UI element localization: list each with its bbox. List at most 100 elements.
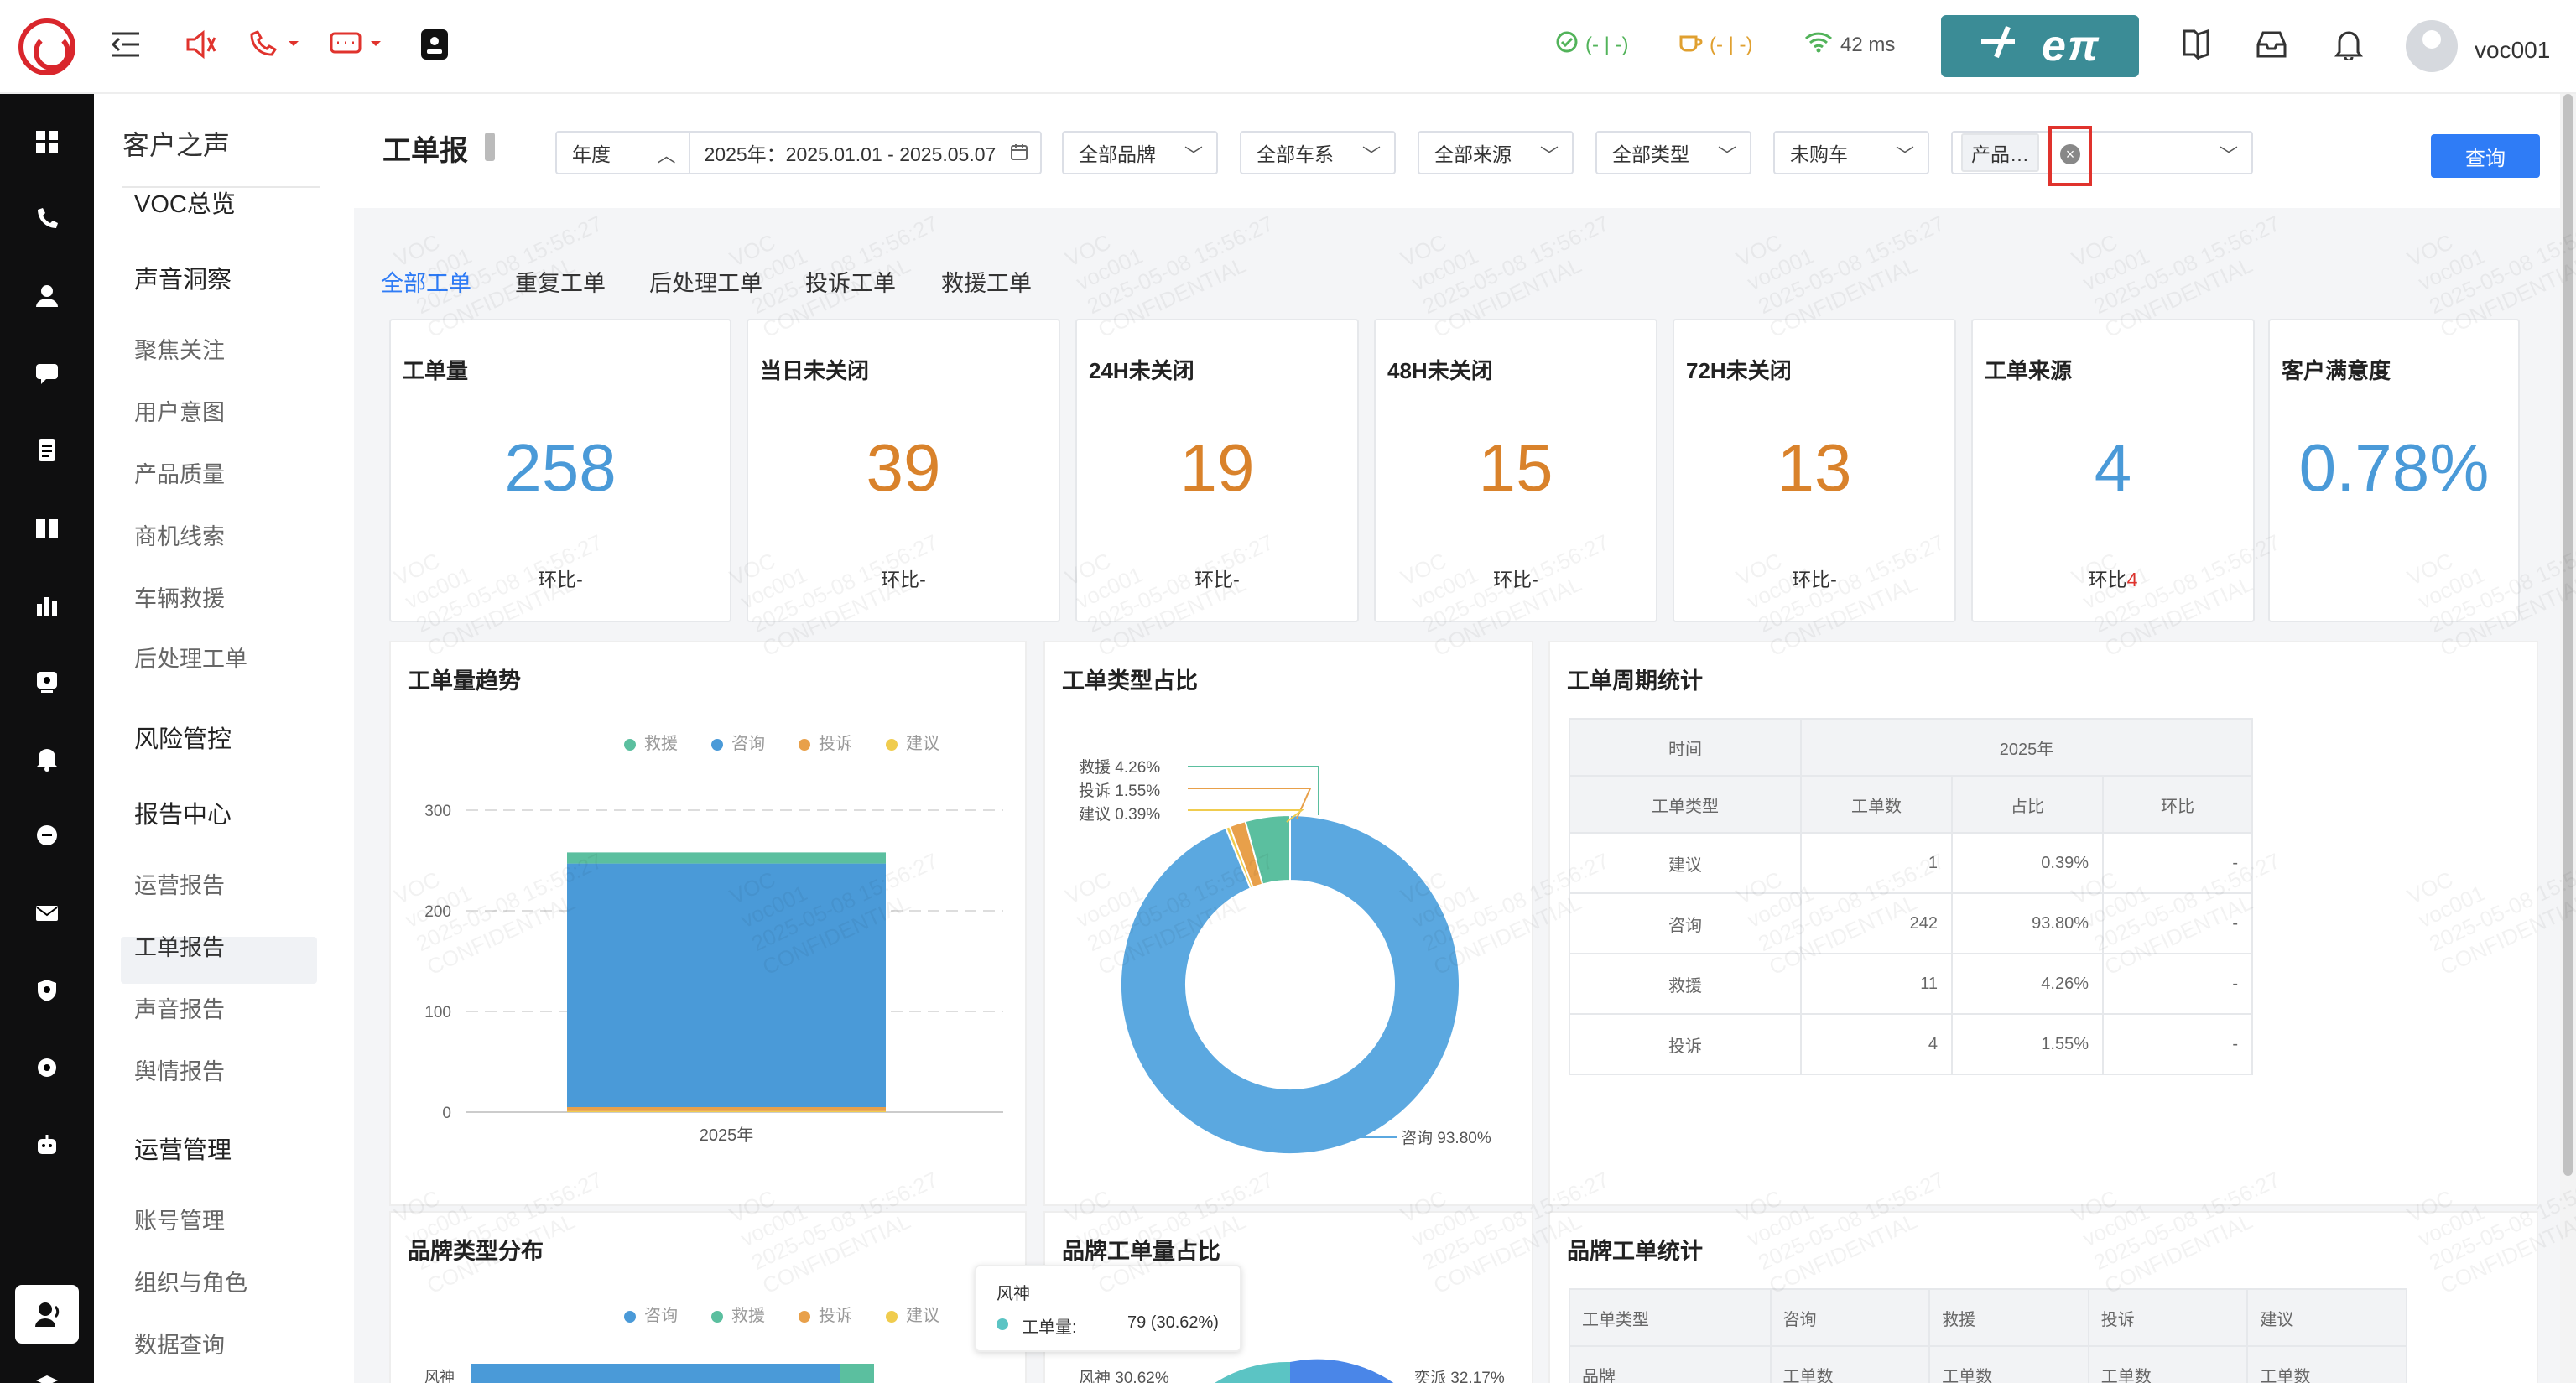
rail-dashboard-icon[interactable] [0, 112, 94, 171]
menu-item[interactable]: 账号管理 [134, 1203, 225, 1235]
brand-dist-panel: 品牌类型分布 咨询 救援 投诉 建议 风神 [389, 1211, 1027, 1383]
rail-chart-icon[interactable] [0, 575, 94, 634]
scrollbar-thumb[interactable] [2563, 94, 2573, 1176]
speaker-icon[interactable] [183, 23, 220, 65]
legend-dot [711, 738, 723, 751]
legend-item[interactable]: 咨询 [711, 730, 765, 754]
rail-user-icon[interactable] [0, 267, 94, 325]
legend-item[interactable]: 建议 [886, 1302, 939, 1326]
arrow-logo-icon [1980, 21, 2030, 71]
menu-item[interactable]: 产品质量 [134, 456, 225, 489]
legend-item[interactable]: 投诉 [799, 730, 852, 754]
menu-item[interactable]: 后处理工单 [134, 641, 247, 673]
brand-badge[interactable]: eπ [1941, 15, 2139, 77]
menu-item[interactable]: 舆情报告 [134, 1053, 225, 1086]
rail-mail-icon[interactable] [0, 884, 94, 943]
legend-item[interactable]: 投诉 [799, 1302, 852, 1326]
brand-logo-icon[interactable] [18, 18, 75, 75]
book-icon[interactable] [2178, 23, 2214, 65]
rail-bell-icon[interactable] [0, 730, 94, 788]
rail-robot-icon[interactable] [0, 1115, 94, 1174]
menu-item[interactable]: 报告中心 [134, 795, 232, 830]
legend-item[interactable]: 救援 [711, 1302, 765, 1326]
menu-item[interactable]: 用户意图 [134, 394, 225, 427]
query-button[interactable]: 查询 [2431, 134, 2540, 178]
cell-type: 建议 [1569, 832, 1802, 894]
cycle-title: 工单周期统计 [1567, 668, 1703, 694]
rail-monitor-icon[interactable] [0, 653, 94, 711]
kpi-title: 客户满意度 [2282, 358, 2391, 383]
donut-label-rescue: 救援 4.26% [1079, 759, 1161, 777]
username[interactable]: voc001 [2475, 37, 2550, 64]
message-dropdown-icon[interactable] [327, 23, 386, 65]
kpi-compare: 环比- [748, 564, 1059, 592]
brand-select[interactable]: 全部品牌 ﹀ [1062, 131, 1218, 174]
tab-item[interactable]: 投诉工单 [805, 265, 896, 298]
th-type: 工单类型 [1569, 775, 1802, 834]
kpi-card[interactable]: 工单量 258 环比- [389, 319, 731, 622]
menu-item[interactable]: 组织与角色 [134, 1265, 247, 1297]
chevron-up-icon: ︿ [657, 145, 676, 166]
period-select[interactable]: 年度 ︿ [557, 133, 691, 173]
phone-dropdown-icon[interactable] [245, 23, 304, 65]
rail-document-icon[interactable] [0, 421, 94, 480]
rail-book-icon[interactable] [0, 498, 94, 557]
y-tick-label: 300 [424, 803, 451, 820]
rail-gear-icon[interactable] [0, 1038, 94, 1097]
brand-stat-header: 工单数 [1928, 1345, 2089, 1383]
menu-item[interactable]: 数据查询 [134, 1327, 225, 1360]
rail-chat-icon[interactable] [0, 344, 94, 403]
avatar[interactable] [2406, 20, 2458, 72]
source-select[interactable]: 全部来源 ﹀ [1418, 131, 1574, 174]
kpi-card[interactable]: 工单来源 4 环比4 [1971, 319, 2255, 622]
kpi-card[interactable]: 48H未关闭 15 环比- [1374, 319, 1657, 622]
kpi-card[interactable]: 24H未关闭 19 环比- [1075, 319, 1359, 622]
menu-item[interactable]: 商机线索 [134, 518, 225, 551]
menu-item[interactable]: 声音洞察 [134, 260, 232, 295]
menu-item[interactable]: VOC总览 [134, 185, 236, 220]
th-year: 2025年 [1800, 718, 2253, 777]
product-select[interactable]: 产品… ﹀ [1951, 131, 2253, 174]
kpi-value: 39 [866, 430, 941, 505]
menu-item[interactable]: 工单报告 [134, 929, 225, 962]
rail-phone-icon[interactable] [0, 190, 94, 248]
series-select[interactable]: 全部车系 ﹀ [1240, 131, 1396, 174]
type-select[interactable]: 全部类型 ﹀ [1595, 131, 1751, 174]
legend-item[interactable]: 咨询 [624, 1302, 678, 1326]
cell-count: 4 [1800, 1013, 1953, 1075]
date-range-picker[interactable]: 2025年：2025.01.01 - 2025.05.07 [690, 133, 1040, 173]
legend-item[interactable]: 救援 [624, 730, 678, 754]
kpi-card[interactable]: 客户满意度 0.78% [2268, 319, 2520, 622]
menu-item[interactable]: 聚焦关注 [134, 332, 225, 365]
tab-item[interactable]: 救援工单 [941, 265, 1032, 298]
cell-mom: - [2102, 953, 2253, 1015]
tab-item[interactable]: 全部工单 [381, 265, 471, 298]
menu-item[interactable]: 声音报告 [134, 991, 225, 1024]
rail-cap-icon[interactable] [0, 1354, 94, 1383]
rail-shield-icon[interactable] [0, 961, 94, 1020]
kpi-title: 工单量 [403, 358, 469, 383]
legend-item[interactable]: 建议 [886, 730, 939, 754]
brand-dist-row-label: 风神 [424, 1369, 455, 1383]
kpi-card[interactable]: 72H未关闭 13 环比- [1673, 319, 1956, 622]
purchase-select[interactable]: 未购车 ﹀ [1773, 131, 1929, 174]
inbox-icon[interactable] [2253, 23, 2290, 65]
user-card-icon[interactable] [416, 23, 453, 65]
donut-leader-line [1188, 788, 1312, 819]
menu-item[interactable]: 车辆救援 [134, 580, 225, 613]
menu-item[interactable]: 运营管理 [134, 1131, 232, 1166]
bell-icon[interactable] [2330, 23, 2367, 65]
menu-item[interactable]: 风险管控 [134, 720, 232, 755]
menu-item[interactable]: 运营报告 [134, 867, 225, 900]
brand-select-value: 全部品牌 [1079, 143, 1156, 165]
trend-panel: 工单量趋势 救援 咨询 投诉 建议 0 100 200 300 2025年 [389, 641, 1027, 1206]
product-tag: 产品… [1961, 133, 2039, 172]
rail-comment-icon[interactable] [0, 807, 94, 866]
kpi-card[interactable]: 当日未关闭 39 环比- [747, 319, 1060, 622]
tab-item[interactable]: 后处理工单 [649, 265, 762, 298]
rail-active-item[interactable] [15, 1285, 79, 1344]
kpi-title: 24H未关闭 [1089, 358, 1194, 383]
legend-dot [624, 1310, 636, 1323]
tab-item[interactable]: 重复工单 [515, 265, 606, 298]
collapse-menu-icon[interactable] [109, 23, 143, 65]
